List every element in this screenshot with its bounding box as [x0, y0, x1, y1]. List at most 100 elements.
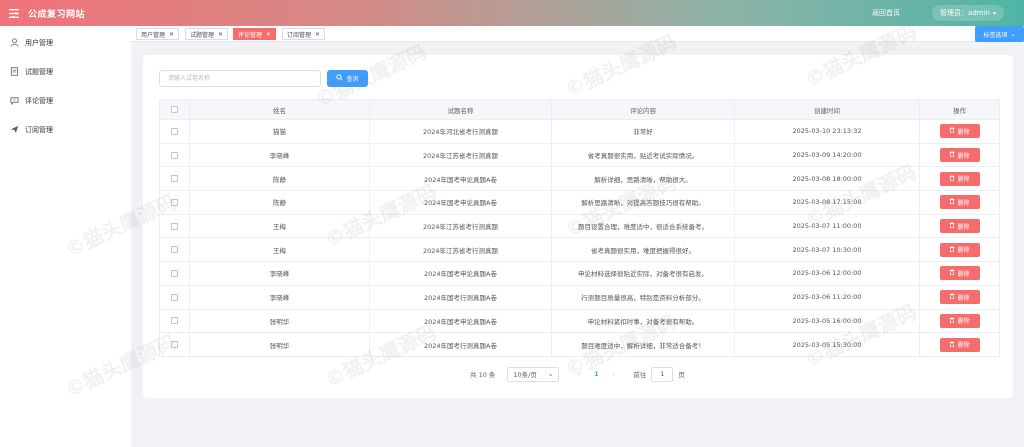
delete-button[interactable]: 删除	[939, 290, 980, 305]
cell-actions: 删除	[919, 166, 1000, 192]
close-icon[interactable]: ✕	[218, 31, 223, 38]
cell-exam: 2024年国考行测真题A卷	[369, 285, 552, 310]
sidebar-item-subscriptions[interactable]: 订阅管理	[0, 115, 131, 144]
tab-questions[interactable]: 试题管理 ✕	[185, 28, 229, 40]
delete-button[interactable]: 删除	[939, 219, 980, 234]
cell-name: 陈静	[189, 166, 370, 192]
sidebar-item-users[interactable]: 用户管理	[0, 28, 131, 57]
table-row[interactable]: 王梅 2024年江苏省考行测真题 题目设置合理，难度适中，很适合系统备考。 2025-…	[159, 214, 1000, 239]
select-all-checkbox[interactable]	[171, 106, 178, 113]
delete-label: 删除	[957, 152, 970, 160]
cell-comment: 题目设置合理，难度适中，很适合系统备考。	[551, 214, 735, 239]
tab-users[interactable]: 用户管理 ✕	[136, 28, 180, 40]
cell-name: 猫猫	[189, 119, 370, 144]
row-checkbox[interactable]	[171, 151, 178, 159]
table-row[interactable]: 李晓峰 2024年国考申论真题A卷 申论材料选择很贴近实际，对备考很有启发。 2025…	[159, 261, 1000, 286]
search-input[interactable]	[159, 70, 321, 87]
table-row[interactable]: 李晓峰 2024年国考行测真题A卷 行测题目质量很高，特别是资料分析部分。 2025-…	[159, 285, 1000, 310]
sidebar-item-label: 订阅管理	[25, 125, 53, 134]
user-label: 管理员：admin	[940, 9, 990, 17]
row-checkbox[interactable]	[171, 222, 178, 230]
close-icon[interactable]: ✕	[266, 31, 271, 38]
cell-created: 2025-03-10 23:13:32	[734, 119, 920, 144]
trash-icon	[949, 340, 955, 349]
home-link[interactable]: 返回首页	[872, 8, 900, 18]
cell-actions: 删除	[919, 119, 1000, 144]
delete-button[interactable]: 删除	[939, 266, 980, 281]
delete-button[interactable]: 删除	[939, 124, 980, 139]
user-menu[interactable]: 管理员：admin ▾	[932, 5, 1004, 21]
document-icon	[9, 67, 19, 77]
tab-comments[interactable]: 评论管理 ✕	[233, 28, 277, 40]
search-button[interactable]: 查询	[327, 70, 368, 87]
goto-page-input[interactable]	[651, 366, 674, 382]
delete-button[interactable]: 删除	[939, 337, 980, 352]
close-icon[interactable]: ✕	[169, 31, 174, 38]
table-row[interactable]: 猫猫 2024年河北省考行测真题 非常好 2025-03-10 23:13:32 删除	[159, 119, 1000, 144]
trash-icon	[949, 175, 955, 183]
cell-comment: 申论材料选择很贴近实际，对备考很有启发。	[551, 261, 735, 286]
sidebar-item-comments[interactable]: 评论管理	[0, 86, 131, 115]
tabs-bar: 用户管理 ✕ 试题管理 ✕ 评论管理 ✕ 订阅管理 ✕ 标签选项 ⌄	[131, 26, 1024, 42]
table-row[interactable]: 张明华 2024年国考行测真题A卷 题目难度适中，解析详细，非常适合备考！ 2025-…	[159, 332, 1000, 357]
cell-created: 2025-03-06 12:00:00	[734, 261, 920, 286]
sidebar-item-questions[interactable]: 试题管理	[0, 57, 131, 86]
row-checkbox[interactable]	[171, 269, 178, 277]
column-header-name[interactable]: 姓名	[189, 99, 370, 120]
cell-name: 李晓峰	[189, 285, 370, 310]
search-icon	[336, 74, 344, 83]
cell-exam: 2024年国考申论真题A卷	[369, 309, 552, 334]
column-header-exam[interactable]: 试题名称	[369, 99, 552, 120]
next-page-button[interactable]: ›	[605, 370, 621, 378]
page-number[interactable]: 1	[587, 370, 605, 378]
row-checkbox[interactable]	[171, 317, 178, 325]
table-row[interactable]: 陈静 2024年国考申论真题A卷 解析详细，思路清晰，帮助很大。 2025-03-08…	[159, 166, 1000, 192]
cell-exam: 2024年国考申论真题A卷	[369, 261, 552, 286]
column-header-comment[interactable]: 评论内容	[551, 99, 735, 120]
delete-label: 删除	[957, 176, 970, 184]
tab-options-button[interactable]: 标签选项 ⌄	[975, 26, 1024, 42]
column-header-created[interactable]: 创建时间	[734, 99, 920, 120]
table-header-row: 姓名 试题名称 评论内容 创建时间 操作	[159, 99, 1000, 120]
menu-toggle-icon[interactable]	[0, 8, 28, 18]
cell-name: 张明华	[189, 309, 370, 334]
delete-button[interactable]: 删除	[939, 148, 980, 163]
prev-page-button[interactable]: ‹	[571, 370, 587, 378]
select-all-cell	[159, 99, 190, 120]
cell-comment: 行测题目质量很高，特别是资料分析部分。	[551, 285, 735, 310]
tab-options-label: 标签选项	[983, 31, 1008, 39]
row-select-cell	[159, 332, 190, 357]
delete-button[interactable]: 删除	[939, 171, 980, 186]
delete-button[interactable]: 删除	[939, 313, 980, 328]
cell-actions: 删除	[919, 143, 1000, 168]
cell-actions: 删除	[919, 214, 1000, 239]
comments-table: 姓名 试题名称 评论内容 创建时间 操作 猫猫 2024年河北省考行测真题 非常好 2…	[159, 99, 1000, 357]
row-checkbox[interactable]	[171, 341, 178, 349]
row-checkbox[interactable]	[171, 127, 178, 135]
table-row[interactable]: 陈静 2024年国考申论真题A卷 解析思路清晰，对提高答题技巧很有帮助。 2025-0…	[159, 190, 1000, 215]
cell-actions: 删除	[919, 261, 1000, 286]
row-checkbox[interactable]	[171, 293, 178, 301]
delete-label: 删除	[957, 247, 970, 255]
row-select-cell	[159, 237, 190, 263]
table-row[interactable]: 王梅 2024年江苏省考行测真题 省考真题很实用，难度把握得很好。 2025-03-0…	[159, 237, 1000, 263]
row-select-cell	[159, 261, 190, 286]
sidebar: 用户管理 试题管理 评论管理 订阅管理	[0, 26, 131, 447]
cell-comment: 省考真题很实用，难度把握得很好。	[551, 237, 735, 263]
page-size-select[interactable]: 10条/页 ⌄	[507, 366, 560, 382]
row-checkbox[interactable]	[171, 175, 178, 183]
row-checkbox[interactable]	[171, 246, 178, 254]
row-checkbox[interactable]	[171, 198, 178, 206]
cell-exam: 2024年江苏省考行测真题	[369, 214, 552, 239]
chevron-down-icon: ⌄	[1010, 30, 1016, 38]
cell-name: 张明华	[189, 332, 370, 357]
cell-exam: 2024年国考申论真题A卷	[369, 166, 552, 192]
delete-button[interactable]: 删除	[939, 242, 980, 257]
tab-subscriptions[interactable]: 订阅管理 ✕	[282, 28, 326, 40]
table-row[interactable]: 张明华 2024年国考申论真题A卷 申论材料紧扣时事，对备考很有帮助。 2025-03…	[159, 309, 1000, 334]
cell-actions: 删除	[919, 190, 1000, 215]
delete-button[interactable]: 删除	[939, 195, 980, 210]
close-icon[interactable]: ✕	[315, 31, 320, 38]
table-row[interactable]: 李晓峰 2024年江苏省考行测真题 省考真题很实用，贴近考试实际情况。 2025-03…	[159, 143, 1000, 168]
goto-label: 前往	[633, 371, 647, 379]
